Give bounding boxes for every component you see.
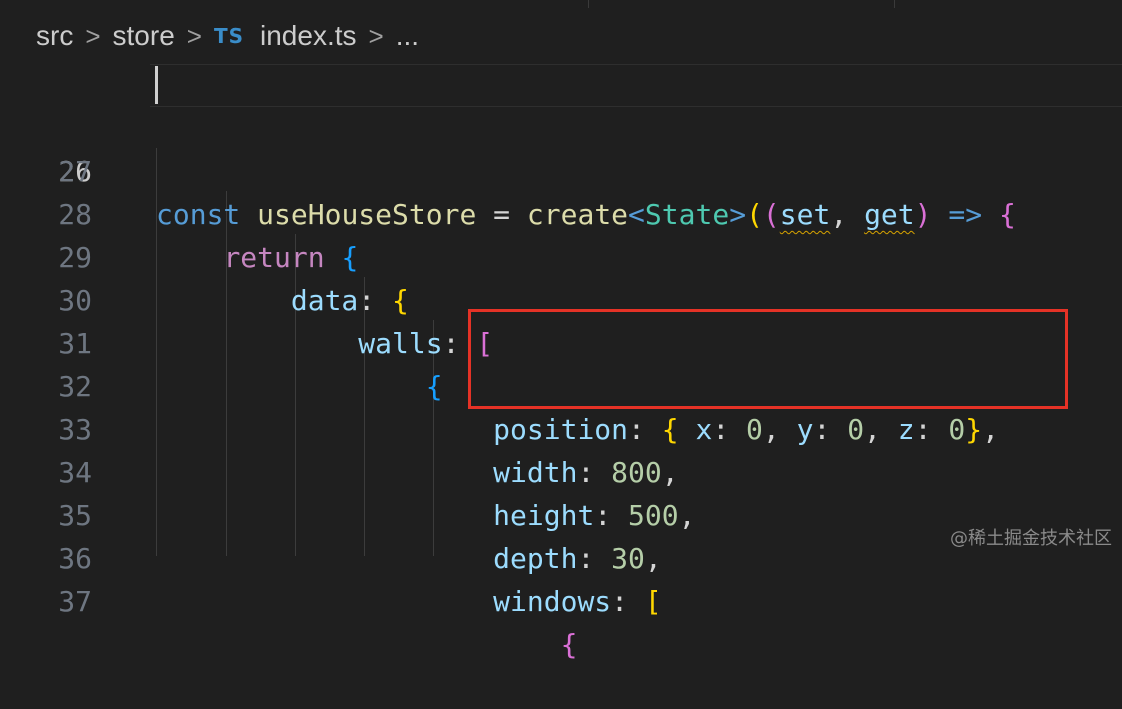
typescript-file-icon: TS bbox=[213, 24, 244, 48]
breadcrumb: src > store > TS index.ts > ... bbox=[0, 8, 1122, 64]
breadcrumb-item-file[interactable]: index.ts bbox=[260, 20, 357, 52]
tab-separator bbox=[588, 0, 589, 8]
breadcrumb-item-src[interactable]: src bbox=[36, 20, 73, 52]
text-cursor bbox=[155, 66, 158, 104]
chevron-right-icon: > bbox=[186, 20, 202, 51]
chevron-right-icon: > bbox=[85, 20, 101, 51]
code-line[interactable]: 30 walls: [ bbox=[0, 236, 1122, 360]
code-text: { bbox=[560, 628, 578, 661]
line-number: 37 bbox=[58, 585, 92, 618]
breadcrumb-item-store[interactable]: store bbox=[113, 20, 175, 52]
code-line[interactable]: 34 height: 500, bbox=[0, 408, 1122, 532]
breadcrumb-item-symbol[interactable]: ... bbox=[396, 20, 419, 52]
annotation-highlight-box bbox=[468, 309, 1068, 409]
code-line[interactable]: 29 data: { bbox=[0, 193, 1122, 317]
code-line[interactable]: 35 depth: 30, bbox=[0, 451, 1122, 575]
current-line-highlight bbox=[150, 64, 1122, 107]
chevron-right-icon: > bbox=[368, 20, 384, 51]
code-line[interactable]: 28 return { bbox=[0, 150, 1122, 274]
code-line[interactable]: 27 const useHouseStore = create<State>((… bbox=[0, 107, 1122, 231]
code-line[interactable]: 26 bbox=[0, 64, 1122, 188]
code-text: windows: [ bbox=[493, 585, 662, 618]
tab-separator bbox=[894, 0, 895, 8]
watermark: @稀土掘金技术社区 bbox=[950, 528, 1112, 549]
tab-strip bbox=[0, 0, 1122, 8]
